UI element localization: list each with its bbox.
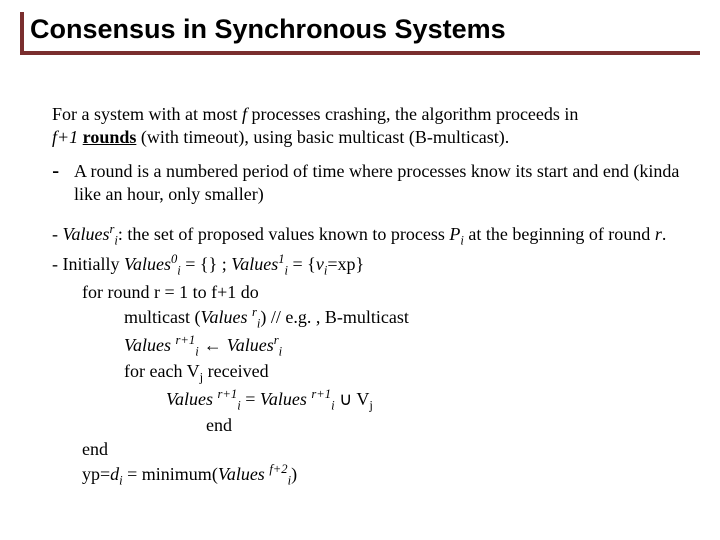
a1-values1: Values — [124, 335, 176, 355]
slide-body: For a system with at most f processes cr… — [20, 55, 700, 489]
intro-pre: For a system with at most — [52, 104, 242, 124]
assign2-line: Values r+1i = Values r+1i ∪ Vj — [52, 386, 680, 414]
a1-sup1: r+1 — [176, 333, 196, 347]
a1-arrow: ← — [199, 335, 227, 355]
def1-colon: : the set of proposed values known to pr… — [118, 224, 449, 244]
foreach-line: for each Vj received — [52, 360, 680, 386]
slide-title: Consensus in Synchronous Systems — [30, 14, 690, 45]
a2-sup1: r+1 — [218, 387, 238, 401]
def-initially: - Initially Values0i = {} ; Values1i = {… — [52, 251, 680, 279]
def2-dash: - Initially — [52, 254, 124, 274]
a1-values2: Values — [227, 335, 274, 355]
def1-values: Values — [63, 224, 110, 244]
intro-post: (with timeout), using basic multicast (B… — [136, 127, 509, 147]
assign1-line: Values r+1i ← Valuesri — [52, 332, 680, 360]
end-inner: end — [52, 414, 680, 437]
def1-P: P — [449, 224, 460, 244]
a2-eq: = — [241, 389, 260, 409]
def2-eq1: = {} ; — [181, 254, 231, 274]
multicast-line: multicast (Values ri) // e.g. , B-multic… — [52, 304, 680, 332]
def-values-r: - Valuesri: the set of proposed values k… — [52, 221, 680, 249]
def2-eq2: = { — [288, 254, 316, 274]
def2-v: v — [316, 254, 324, 274]
def1-at: at the beginning of round — [464, 224, 655, 244]
yp-d: d — [110, 464, 119, 484]
a2-values1: Values — [166, 389, 218, 409]
mc-values: Values — [200, 307, 252, 327]
mc-post: ) // e.g. , B-multicast — [260, 307, 408, 327]
bullet-text: A round is a numbered period of time whe… — [74, 160, 680, 205]
title-container: Consensus in Synchronous Systems — [20, 12, 700, 55]
def1-dash: - — [52, 224, 63, 244]
bullet-dash: - — [52, 160, 74, 205]
a2-union: ∪ V — [335, 389, 370, 409]
def2-values1: Values — [124, 254, 171, 274]
yp-post: ) — [291, 464, 297, 484]
a2-values2: Values — [260, 389, 312, 409]
yp-line: yp=di = minimum(Values f+2i) — [52, 461, 680, 489]
mc-pre: multicast ( — [124, 307, 200, 327]
slide: Consensus in Synchronous Systems For a s… — [0, 0, 720, 540]
a1-sub2: i — [279, 345, 283, 359]
yp-pre: yp= — [82, 464, 110, 484]
fe-pre: for each V — [124, 361, 200, 381]
a2-sup2: r+1 — [311, 387, 331, 401]
a2-subj: j — [369, 399, 373, 413]
intro-rounds: rounds — [83, 127, 137, 147]
intro-fplus1: f+1 — [52, 127, 78, 147]
yp-eq: = minimum( — [123, 464, 218, 484]
algorithm-block: - Values r i : the set of proposed values k… — [52, 221, 680, 489]
def2-values2: Values — [231, 254, 278, 274]
bullet-row: - A round is a numbered period of time w… — [52, 160, 680, 205]
yp-values: Values — [218, 464, 270, 484]
fe-post: received — [203, 361, 268, 381]
for-line: for round r = 1 to f+1 do — [52, 281, 680, 304]
intro-mid: processes crashing, the algorithm procee… — [247, 104, 578, 124]
end-outer: end — [52, 438, 680, 461]
def1-dot: . — [662, 224, 667, 244]
intro-paragraph: For a system with at most f processes cr… — [52, 103, 680, 148]
def1-r: r — [655, 224, 662, 244]
def2-eq3: =xp} — [327, 254, 364, 274]
yp-sup: f+2 — [269, 462, 287, 476]
